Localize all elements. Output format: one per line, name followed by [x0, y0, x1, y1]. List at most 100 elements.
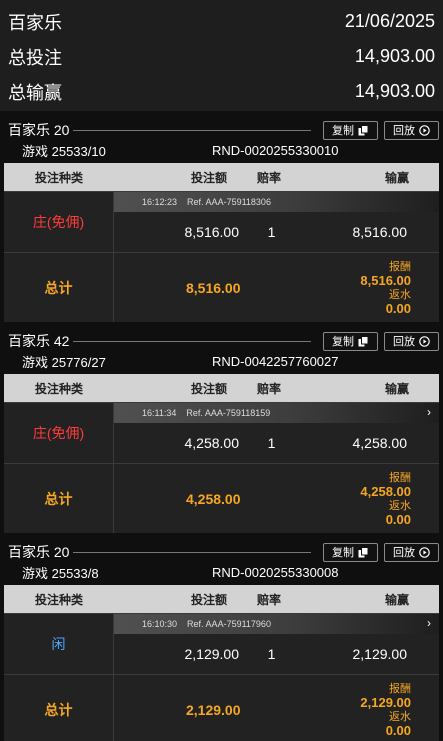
copy-button[interactable]: 复制 — [323, 120, 378, 140]
col-odds: 赔率 — [256, 170, 281, 185]
summary-title-row: 百家乐 21/06/2025 — [8, 4, 435, 39]
bet-winlose: 4,258.00 — [352, 435, 408, 451]
total-winlose-label: 总输赢 — [8, 82, 62, 103]
col-winlose: 输赢 — [384, 592, 409, 607]
rebate-label: 返水 — [389, 710, 411, 723]
total-label: 总计 — [4, 464, 114, 533]
col-bet-amount: 投注额 — [190, 592, 227, 607]
bet-time: 16:12:23 — [142, 197, 178, 207]
total-label: 总计 — [4, 675, 114, 741]
bet-amount: 2,129.00 — [184, 646, 240, 662]
total-winlose-row: 总输赢 14,903.00 — [8, 74, 435, 109]
summary-date: 21/06/2025 — [344, 11, 435, 31]
total-bet-value: 14,903.00 — [354, 46, 435, 66]
bet-type: 庄(免佣) — [4, 192, 114, 252]
total-row: 总计 2,129.00 报酬 2,129.00 返水 0.00 — [4, 674, 439, 741]
replay-button[interactable]: 回放 — [384, 331, 439, 351]
bet-table: 投注种类 投注额 赔率 输赢 庄(免佣) 16:11:34 Ref. AAA-7… — [4, 374, 439, 533]
col-bet-type: 投注种类 — [34, 381, 83, 396]
bet-amount: 4,258.00 — [184, 435, 240, 451]
copy-button[interactable]: 复制 — [323, 542, 378, 562]
bet-table: 投注种类 投注额 赔率 输赢 闲 16:10:30 Ref. AAA-75911… — [4, 585, 439, 741]
total-label: 总计 — [4, 253, 114, 322]
game-name: 百家乐 42 — [8, 333, 70, 349]
payout-value: 2,129.00 — [360, 694, 411, 710]
replay-label: 回放 — [393, 547, 415, 559]
payout-label: 报酬 — [389, 471, 411, 484]
bet-amount: 8,516.00 — [184, 224, 240, 240]
table-header: 投注种类 投注额 赔率 输赢 — [4, 163, 439, 191]
total-winlose-value: 14,903.00 — [354, 81, 435, 101]
bet-record: 百家乐 20 复制 回放 游戏 2 — [0, 119, 443, 322]
bet-ref: Ref. AAA-759118159 — [186, 408, 271, 418]
rebate-label: 返水 — [389, 499, 411, 512]
bet-row[interactable]: 庄(免佣) 16:12:23 Ref. AAA-759118306 › 8,51… — [4, 191, 439, 252]
bet-winlose: 2,129.00 — [352, 646, 408, 662]
copy-label: 复制 — [332, 547, 354, 559]
bet-odds: 1 — [267, 646, 276, 662]
col-winlose: 输赢 — [384, 381, 409, 396]
bet-ref: Ref. AAA-759117960 — [187, 619, 271, 629]
total-amount: 8,516.00 — [186, 279, 241, 296]
table-header: 投注种类 投注额 赔率 输赢 — [4, 374, 439, 402]
chevron-right-icon[interactable]: › — [427, 616, 431, 630]
bet-row[interactable]: 庄(免佣) 16:11:34 Ref. AAA-759118159 › 4,25… — [4, 402, 439, 463]
bet-record: 百家乐 42 复制 回放 游戏 25776/27 RND-00422577600… — [0, 330, 443, 533]
bet-type: 闲 — [4, 614, 114, 674]
payout-label: 报酬 — [389, 260, 411, 273]
round-id: RND-0042257760027 — [212, 353, 339, 369]
payout-value: 8,516.00 — [360, 272, 411, 288]
bet-record: 百家乐 20 复制 回放 游戏 2 — [0, 541, 443, 741]
copy-icon — [358, 124, 369, 135]
total-amount: 4,258.00 — [186, 490, 241, 507]
rebate-value: 0.00 — [385, 722, 411, 738]
col-odds: 赔率 — [256, 381, 281, 396]
bet-row[interactable]: 闲 16:10:30 Ref. AAA-759117960 › 2,129.00… — [4, 613, 439, 674]
col-odds: 赔率 — [256, 592, 281, 607]
game-id: 游戏 25533/10 — [22, 143, 106, 159]
game-name: 百家乐 20 — [8, 544, 70, 560]
total-amount: 2,129.00 — [186, 701, 241, 718]
rebate-value: 0.00 — [385, 300, 411, 316]
bet-odds: 1 — [267, 224, 276, 240]
bet-type: 庄(免佣) — [4, 403, 114, 463]
bet-time: 16:10:30 — [142, 619, 178, 629]
copy-button[interactable]: 复制 — [323, 331, 378, 351]
copy-label: 复制 — [332, 336, 354, 348]
col-bet-amount: 投注额 — [190, 381, 227, 396]
ref-bar: 16:10:30 Ref. AAA-759117960 › — [114, 614, 439, 634]
bet-ref: Ref. AAA-759118306 — [187, 197, 271, 207]
play-circle-icon — [419, 546, 430, 558]
game-header: 百家乐 20 复制 回放 游戏 2 — [0, 119, 443, 159]
game-name: 百家乐 20 — [8, 122, 70, 138]
game-header: 百家乐 42 复制 回放 游戏 25776/27 RND-00422577600… — [0, 330, 443, 370]
copy-label: 复制 — [332, 125, 354, 137]
ref-bar: 16:11:34 Ref. AAA-759118159 › — [114, 403, 439, 423]
bet-odds: 1 — [267, 435, 276, 451]
chevron-right-icon[interactable]: › — [427, 405, 431, 419]
total-bet-row: 总投注 14,903.00 — [8, 39, 435, 74]
play-circle-icon — [419, 124, 430, 136]
game-header: 百家乐 20 复制 回放 游戏 2 — [0, 541, 443, 581]
ref-bar: 16:12:23 Ref. AAA-759118306 › — [114, 192, 439, 212]
payout-label: 报酬 — [389, 682, 411, 695]
table-header: 投注种类 投注额 赔率 输赢 — [4, 585, 439, 613]
bet-time: 16:11:34 — [142, 408, 177, 418]
replay-button[interactable]: 回放 — [384, 542, 439, 562]
total-row: 总计 8,516.00 报酬 8,516.00 返水 0.00 — [4, 252, 439, 322]
game-id: 游戏 25533/8 — [22, 565, 99, 581]
replay-button[interactable]: 回放 — [384, 120, 439, 140]
col-bet-type: 投注种类 — [34, 592, 83, 607]
col-bet-amount: 投注额 — [190, 170, 227, 185]
col-bet-type: 投注种类 — [34, 170, 83, 185]
bet-winlose: 8,516.00 — [352, 224, 408, 240]
payout-value: 4,258.00 — [360, 483, 411, 499]
round-id: RND-0020255330008 — [212, 564, 339, 580]
bet-table: 投注种类 投注额 赔率 输赢 庄(免佣) 16:12:23 Ref. AAA-7… — [4, 163, 439, 322]
divider — [73, 551, 311, 553]
summary-title: 百家乐 — [8, 12, 62, 33]
round-id: RND-0020255330010 — [212, 142, 339, 158]
rebate-value: 0.00 — [385, 511, 411, 527]
summary-panel: 百家乐 21/06/2025 总投注 14,903.00 总输赢 14,903.… — [0, 0, 443, 111]
copy-icon — [358, 546, 369, 557]
